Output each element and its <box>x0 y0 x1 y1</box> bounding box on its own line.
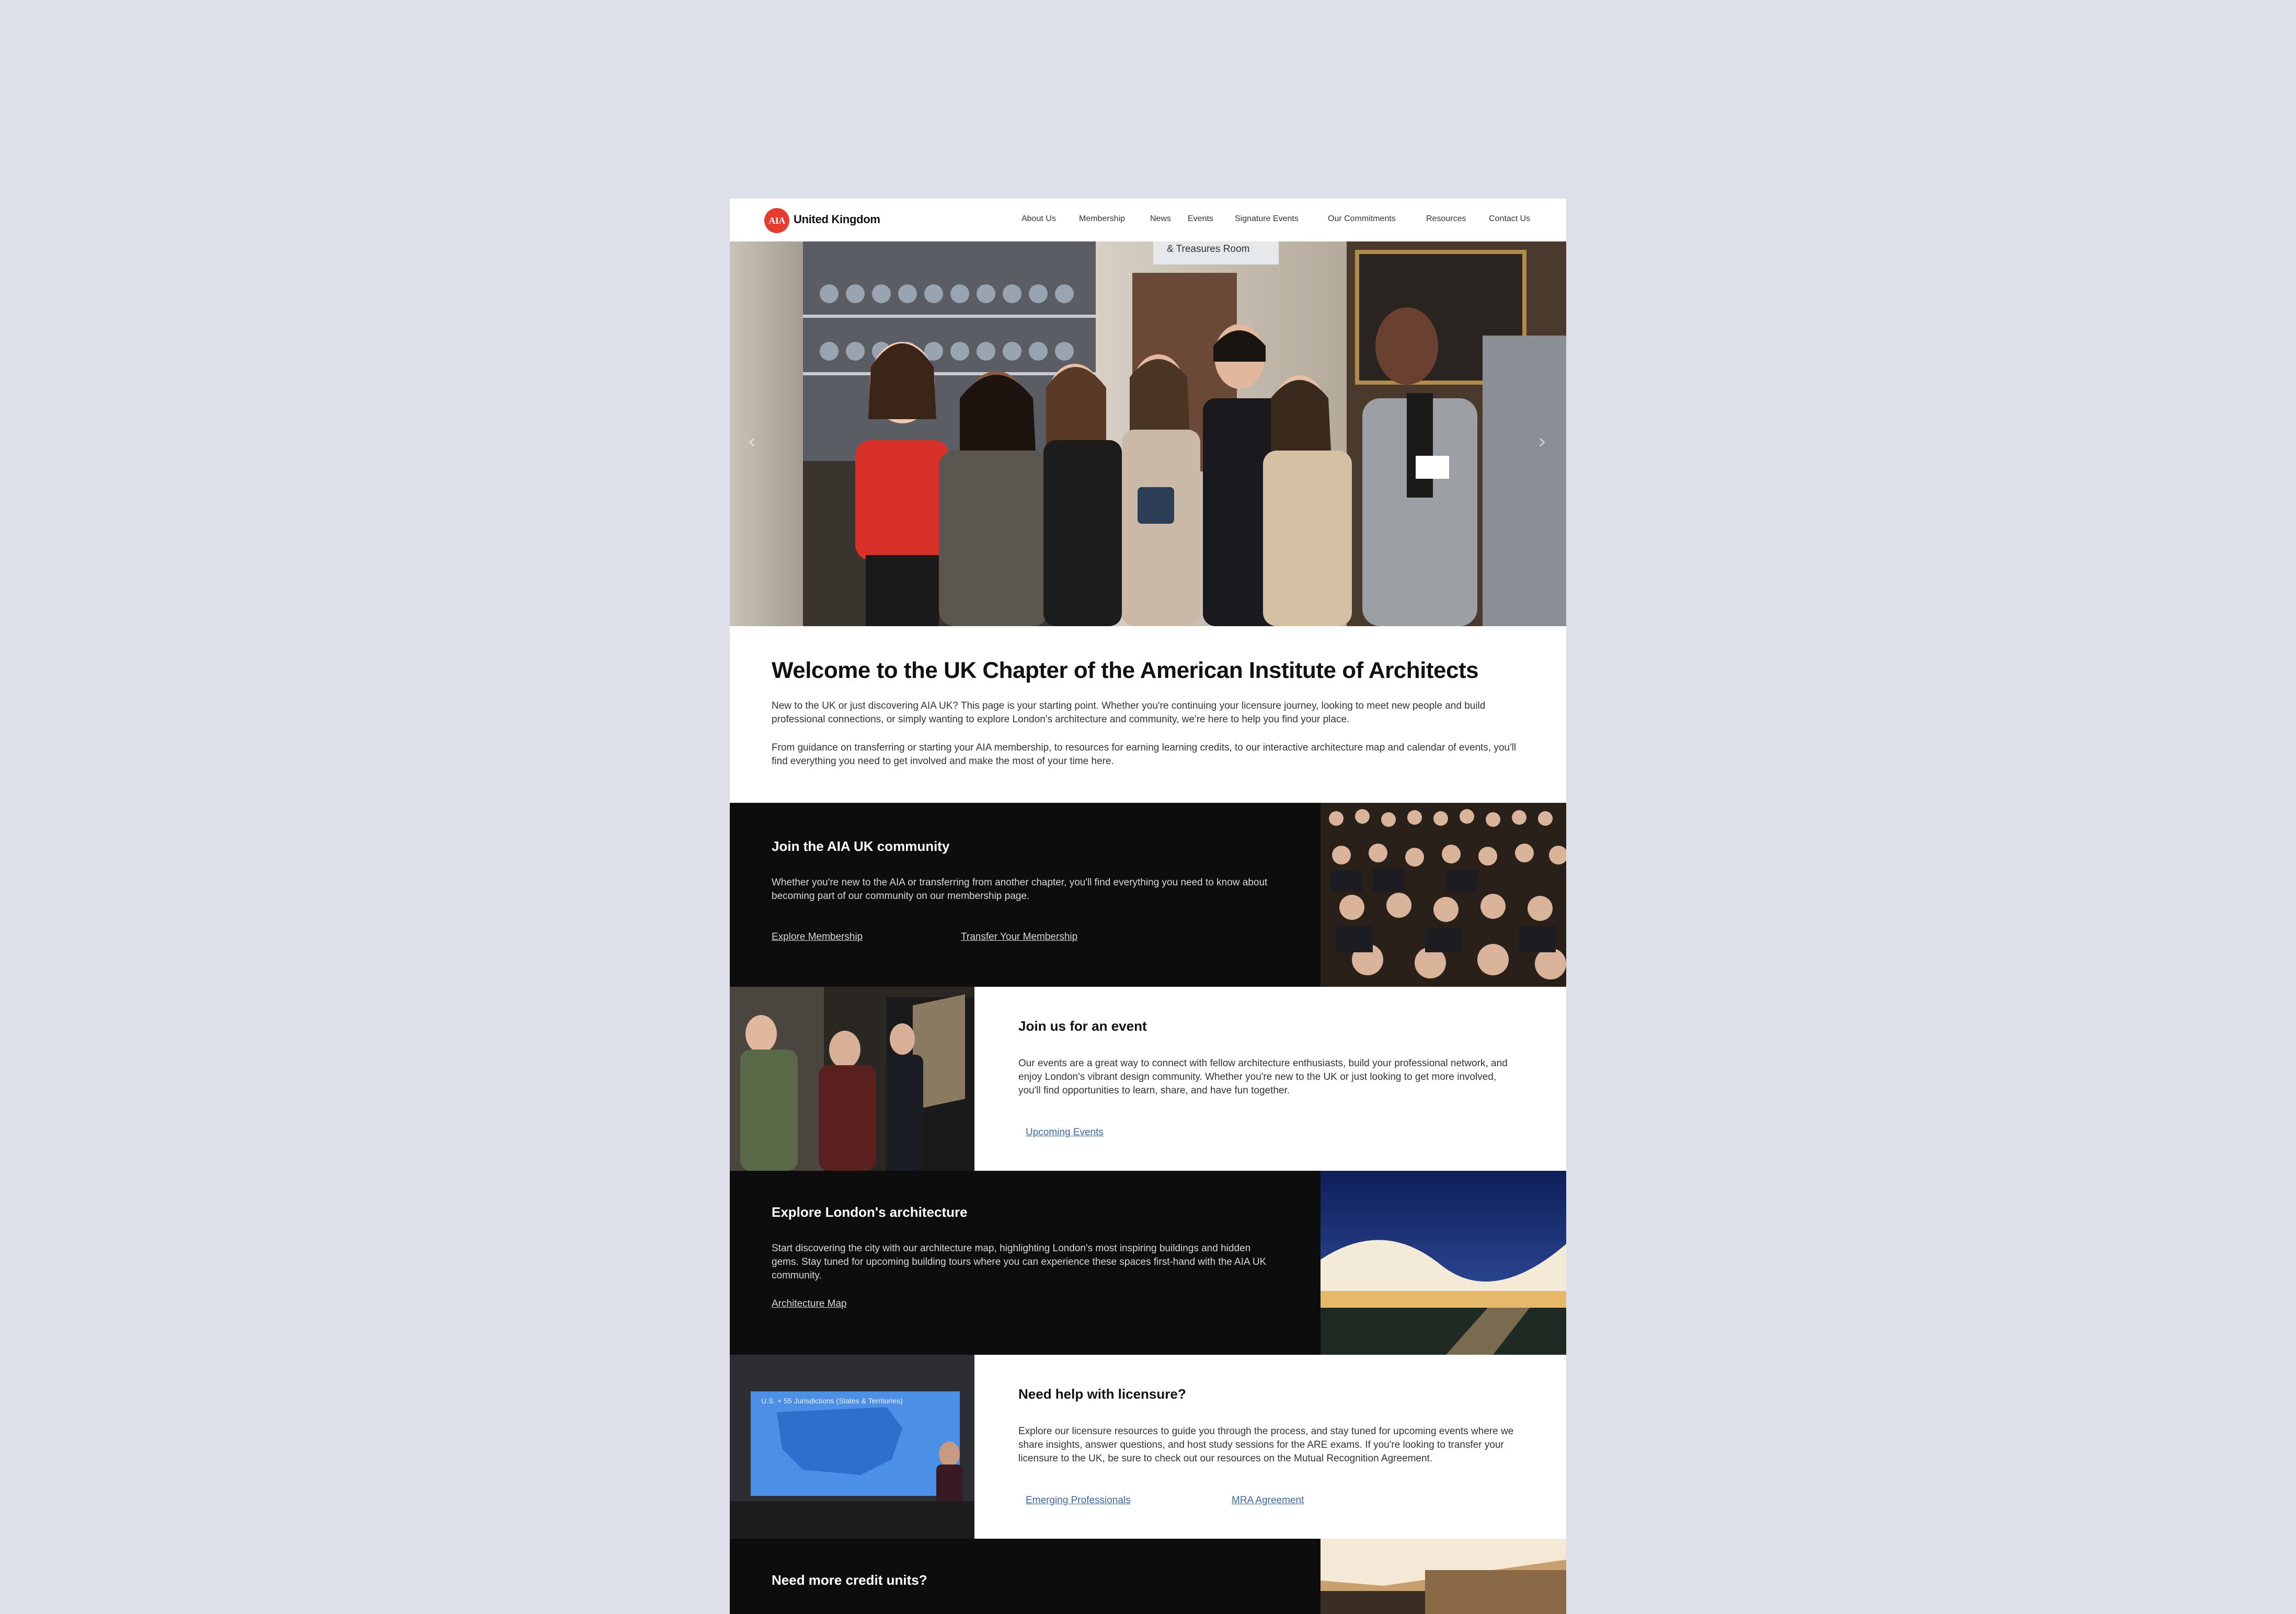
nav-signature-events[interactable]: Signature Events <box>1235 214 1299 224</box>
event-photo <box>730 987 974 1171</box>
nav-contact-us[interactable]: Contact Us <box>1489 214 1530 224</box>
mra-agreement-link[interactable]: MRA Agreement <box>1232 1495 1304 1506</box>
nav-news[interactable]: News <box>1150 214 1171 224</box>
event-section: Join us for an event Our events are a gr… <box>730 987 1566 1171</box>
architecture-text: Start discovering the city with our arch… <box>772 1243 1267 1281</box>
architecture-title: Explore London's architecture <box>772 1204 968 1220</box>
nav-events[interactable]: Events <box>1188 214 1213 224</box>
credits-title: Need more credit units? <box>772 1572 927 1588</box>
upcoming-events-link[interactable]: Upcoming Events <box>1026 1127 1104 1138</box>
credits-section: Need more credit units? <box>730 1539 1566 1614</box>
explore-membership-link[interactable]: Explore Membership <box>772 931 863 943</box>
community-text: Whether you're new to the AIA or transfe… <box>772 877 1268 902</box>
logo-text[interactable]: United Kingdom <box>794 213 880 226</box>
intro-paragraph-2: From guidance on transferring or startin… <box>772 742 1517 767</box>
nav-membership[interactable]: Membership <box>1079 214 1125 224</box>
carousel-prev-icon[interactable]: ‹ <box>748 430 756 454</box>
slide-caption: U.S. + 55 Jurisdictions (States & Territ… <box>761 1397 903 1405</box>
hero-photo-group-of-people <box>730 241 1566 626</box>
website-page: AIA United Kingdom About Us Membership N… <box>730 199 1566 1614</box>
licensure-title: Need help with licensure? <box>1018 1386 1186 1402</box>
carousel-next-icon[interactable]: › <box>1538 430 1546 454</box>
nav-resources[interactable]: Resources <box>1426 214 1466 224</box>
event-text: Our events are a great way to connect wi… <box>1018 1058 1508 1096</box>
hero-sign-text: & Treasures Room <box>1167 244 1250 255</box>
site-header: AIA United Kingdom About Us Membership N… <box>730 199 1566 241</box>
credits-building-photo <box>1321 1539 1566 1614</box>
emerging-professionals-link[interactable]: Emerging Professionals <box>1026 1495 1131 1506</box>
community-title: Join the AIA UK community <box>772 838 950 854</box>
architecture-section: Explore London's architecture Start disc… <box>730 1171 1566 1355</box>
community-section: Join the AIA UK community Whether you're… <box>730 803 1566 987</box>
licensure-text: Explore our licensure resources to guide… <box>1018 1426 1514 1464</box>
nav-our-commitments[interactable]: Our Commitments <box>1328 214 1396 224</box>
nav-about-us[interactable]: About Us <box>1021 214 1056 224</box>
licensure-section: U.S. + 55 Jurisdictions (States & Territ… <box>730 1355 1566 1539</box>
architecture-map-link[interactable]: Architecture Map <box>772 1298 847 1310</box>
hero-carousel[interactable]: & Treasures Room ‹ › <box>730 241 1566 626</box>
intro-paragraph-1: New to the UK or just discovering AIA UK… <box>772 700 1486 725</box>
presentation-photo: U.S. + 55 Jurisdictions (States & Territ… <box>730 1355 974 1539</box>
page-title: Welcome to the UK Chapter of the America… <box>772 658 1479 683</box>
transfer-membership-link[interactable]: Transfer Your Membership <box>961 931 1077 943</box>
aia-logo-mark[interactable]: AIA <box>764 208 789 233</box>
event-title: Join us for an event <box>1018 1018 1147 1034</box>
pavilion-photo <box>1321 1171 1566 1355</box>
audience-photo <box>1321 803 1566 987</box>
